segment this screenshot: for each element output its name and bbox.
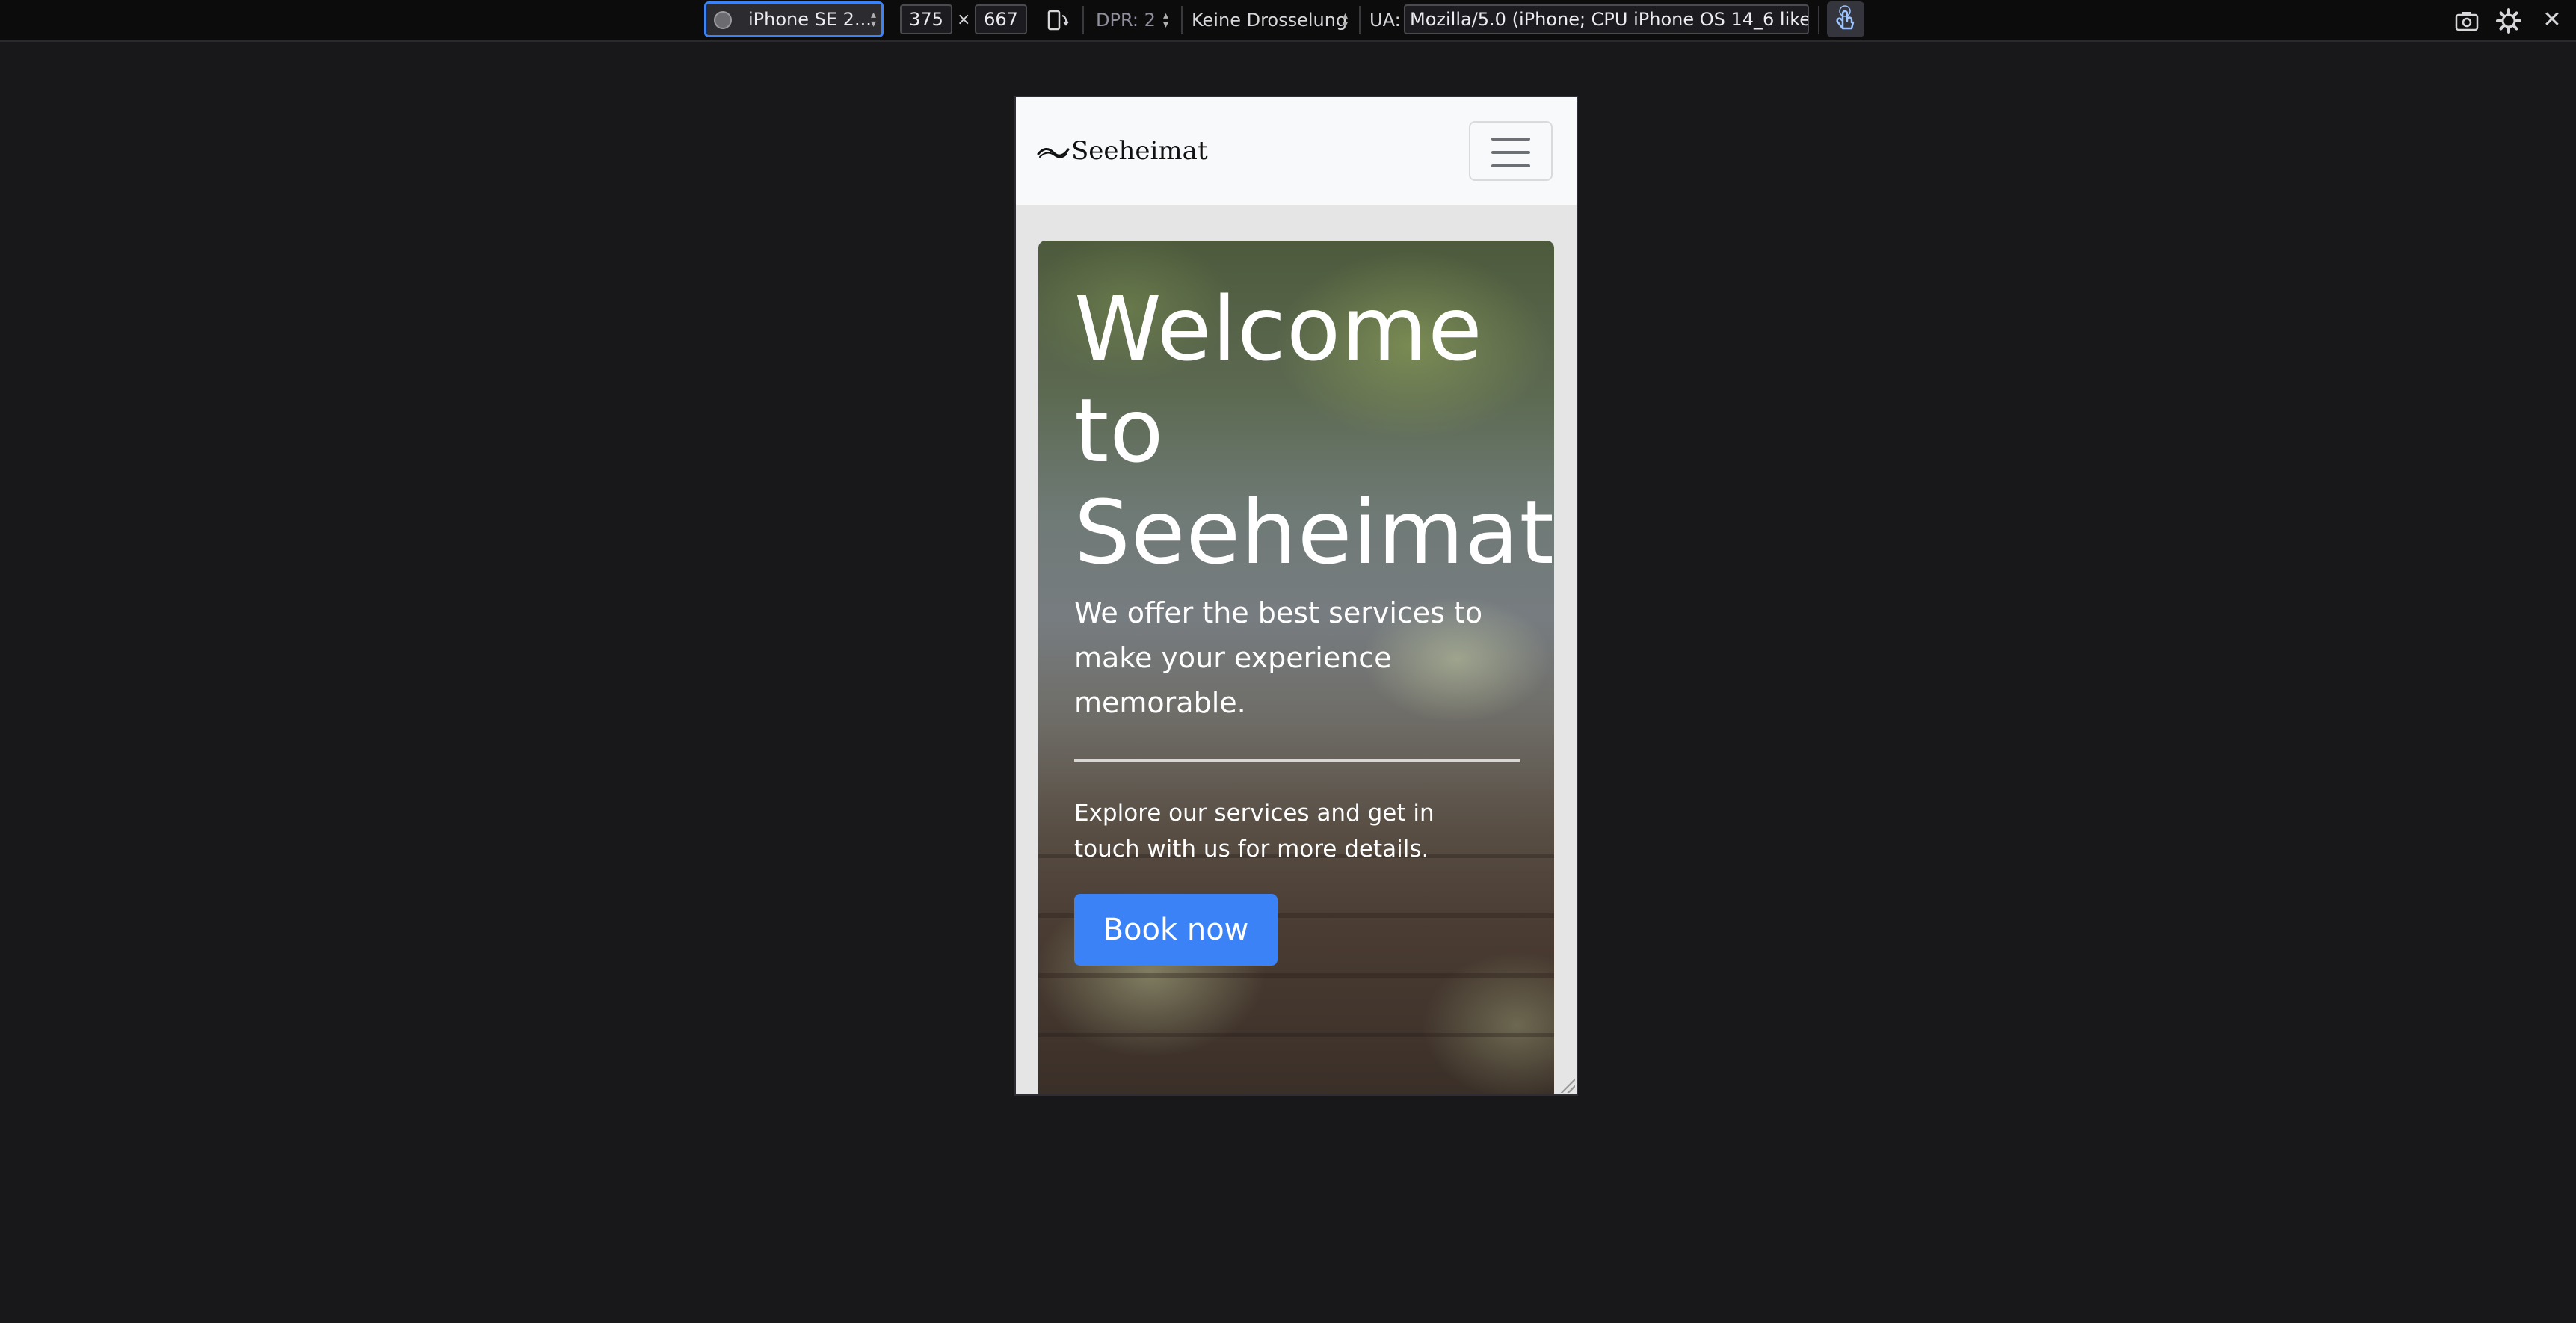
viewport-height-input[interactable]: 667 — [975, 4, 1027, 34]
book-now-button[interactable]: Book now — [1074, 894, 1278, 966]
hero-divider — [1074, 759, 1520, 762]
responsive-toolbar: iPhone SE 2... ▴ ▾ 375 × 667 DPR: 2 ▴ ▾ Ke… — [0, 0, 2576, 42]
hero-lead: We offer the best services to make your … — [1074, 596, 1483, 719]
background-decoration — [1038, 973, 1554, 978]
user-agent-label: UA: — [1369, 10, 1401, 31]
wave-logo-icon — [1037, 148, 1070, 158]
screenshot-icon[interactable] — [2450, 0, 2483, 40]
viewport-width-input[interactable]: 375 — [900, 4, 952, 34]
site-brand-link[interactable]: Seeheimat — [1037, 129, 1208, 173]
close-icon[interactable]: ✕ — [2536, 0, 2569, 40]
toolbar-divider — [1082, 6, 1084, 34]
dimension-separator: × — [957, 10, 971, 29]
touch-simulation-button[interactable] — [1827, 1, 1864, 37]
navbar-toggle-button[interactable] — [1469, 121, 1553, 181]
resize-handle[interactable] — [1560, 1078, 1575, 1093]
touch-hand-icon — [1836, 5, 1855, 30]
hero-title: Welcome to Seeheimat — [1074, 277, 1554, 584]
chevron-updown-icon: ▴ ▾ — [871, 9, 877, 30]
settings-gear-icon[interactable] — [2492, 0, 2525, 40]
network-throttling-selector[interactable]: Keine Drosselung — [1192, 0, 1347, 40]
hero-text: Explore our services and get in touch wi… — [1074, 800, 1435, 863]
hamburger-menu-icon — [1491, 164, 1530, 167]
user-agent-input[interactable]: Mozilla/5.0 (iPhone; CPU iPhone OS 14_6 … — [1404, 4, 1809, 34]
dpr-selector[interactable]: DPR: 2 — [1096, 0, 1156, 40]
device-icon — [714, 11, 732, 29]
device-selector-label: iPhone SE 2... — [748, 9, 872, 30]
toolbar-divider — [1359, 6, 1361, 34]
background-decoration — [1038, 1033, 1554, 1037]
brand-name: Seeheimat — [1071, 136, 1208, 166]
toolbar-divider — [1818, 6, 1819, 34]
hero-section: Welcome to Seeheimat We offer the best s… — [1038, 241, 1554, 1094]
device-selector[interactable]: iPhone SE 2... ▴ ▾ — [704, 1, 884, 37]
chevron-updown-icon: ▴ ▾ — [1343, 10, 1349, 31]
rotate-viewport-icon[interactable] — [1041, 0, 1073, 40]
device-viewport: Seeheimat Welcome to Seeheimat We offer … — [1016, 97, 1577, 1094]
site-navbar: Seeheimat — [1016, 97, 1577, 205]
chevron-updown-icon: ▴ ▾ — [1163, 10, 1169, 31]
hamburger-menu-icon — [1491, 138, 1530, 141]
hamburger-menu-icon — [1491, 151, 1530, 154]
toolbar-divider — [1181, 6, 1183, 34]
